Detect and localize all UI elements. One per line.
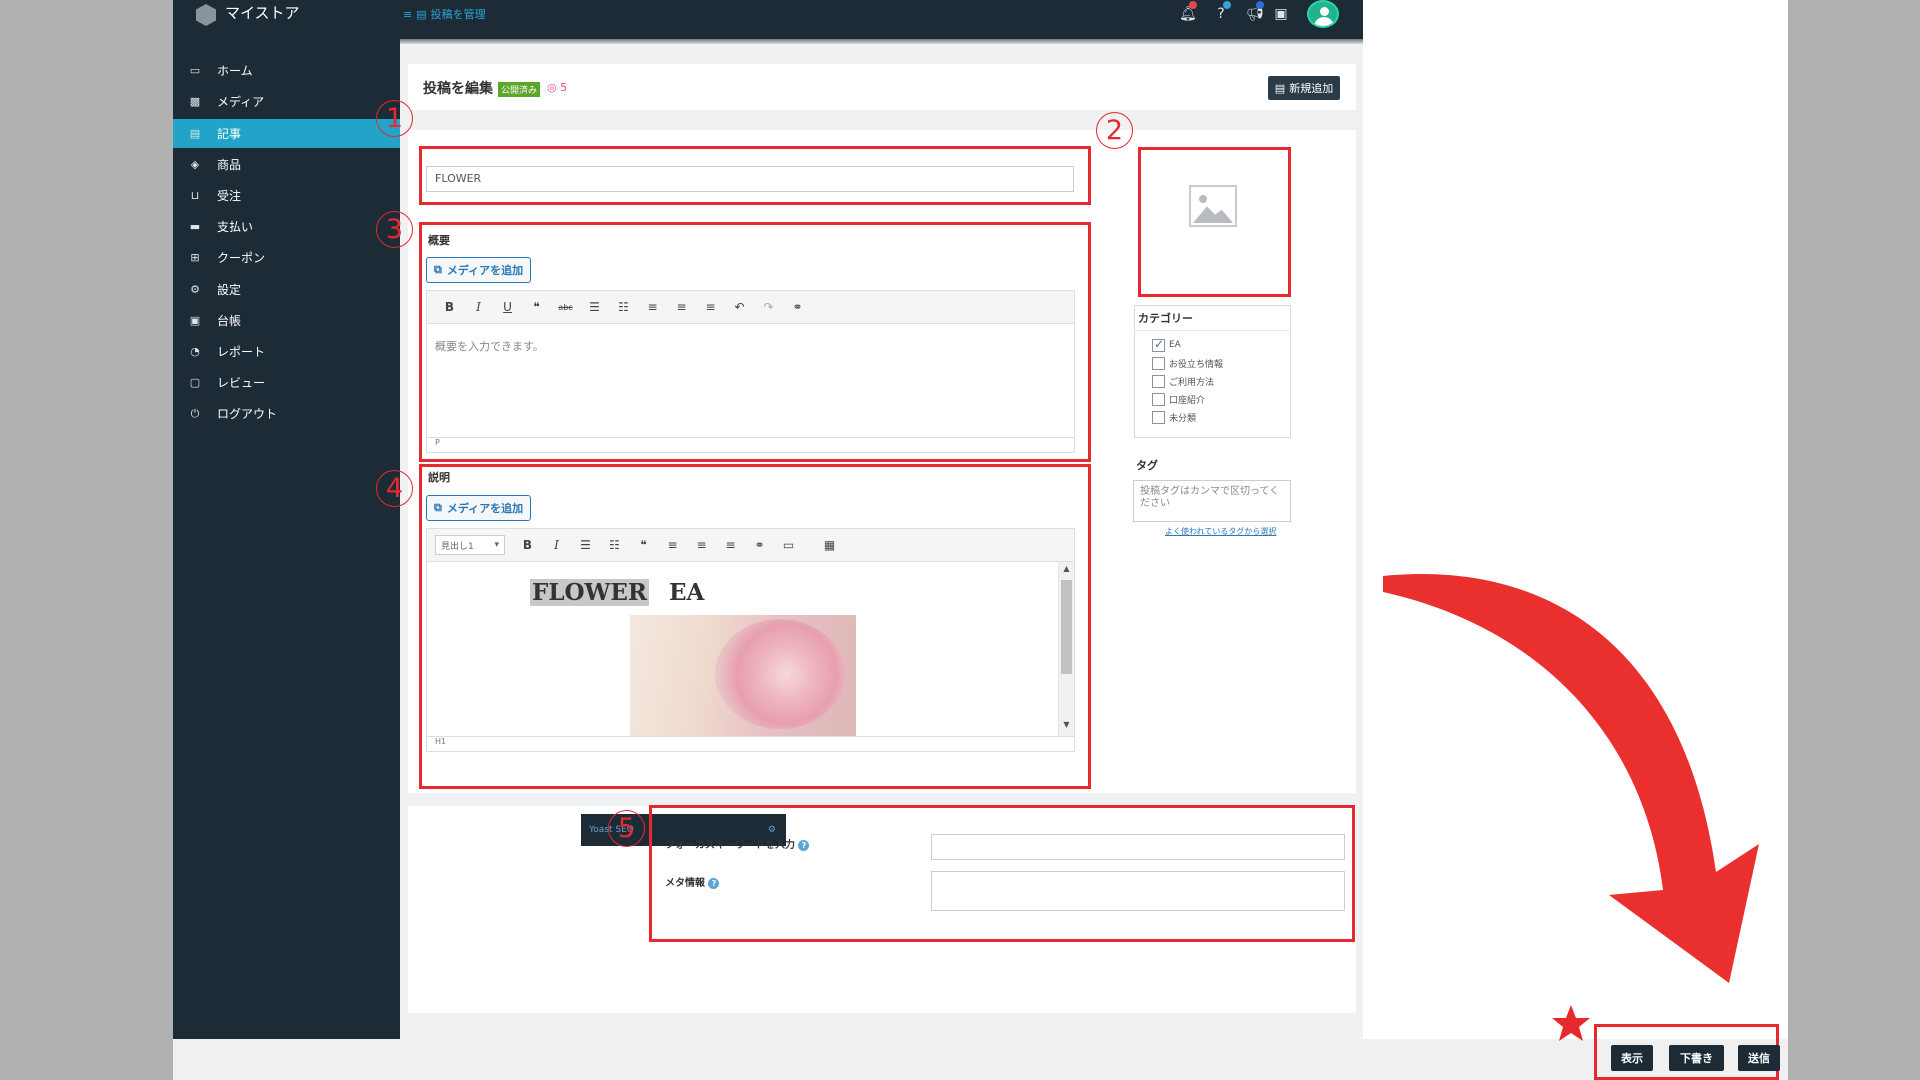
checkbox[interactable] — [1152, 356, 1165, 370]
gear-icon: ⚙ — [190, 283, 200, 296]
cash-icon: ▣ — [189, 314, 201, 327]
cart-icon: ⊔ — [190, 189, 200, 202]
category-item-usage[interactable]: ご利用方法 — [1152, 372, 1290, 390]
star-icon — [1552, 1005, 1590, 1041]
checkbox[interactable]: ✓ — [1152, 336, 1165, 352]
tags-input[interactable]: 投稿タグはカンマで区切ってください — [1133, 480, 1291, 522]
page-title: 投稿を編集 — [423, 81, 493, 97]
tags-title: タグ — [1136, 459, 1158, 472]
storefront-icon[interactable]: ▣ — [1273, 6, 1289, 22]
menu-icon: ≡ — [403, 7, 413, 21]
sidebar-item-ledger[interactable]: ▣ 台帳 — [173, 306, 400, 335]
annotation-number-5: 5 — [608, 810, 645, 847]
pie-chart-icon: ◔ — [190, 345, 200, 358]
annotation-box-2 — [1138, 147, 1291, 297]
status-badge: 公開済み — [498, 82, 541, 97]
checkbox[interactable] — [1152, 392, 1165, 406]
sidebar-item-coupons[interactable]: ⊞ クーポン — [173, 243, 400, 272]
annotation-box-4 — [419, 464, 1091, 789]
add-new-button[interactable]: ▤ 新規追加 — [1268, 76, 1340, 100]
breadcrumb-label: 投稿を管理 — [430, 8, 486, 21]
category-box: カテゴリー ✓ EA お役立ち情報 ご利用方法 口座紹介 未分類 — [1134, 305, 1291, 438]
avatar[interactable] — [1307, 0, 1339, 28]
category-item-ea[interactable]: ✓ EA — [1152, 336, 1290, 354]
checkbox[interactable] — [1152, 410, 1165, 424]
logo-icon — [196, 4, 216, 26]
save-draft-button[interactable]: 下書き — [1669, 1045, 1724, 1071]
sidebar-item-logout[interactable]: ⏻ ログアウト — [173, 399, 400, 428]
popular-tags-link[interactable]: よく使われているタグから選択 — [1165, 526, 1276, 537]
annotation-number-1: 1 — [376, 100, 413, 137]
sidebar-item-reviews[interactable]: ▢ レビュー — [173, 368, 400, 397]
category-item-accounts[interactable]: 口座紹介 — [1152, 390, 1290, 408]
file-icon: ▤ — [189, 127, 201, 140]
card-icon: ▬ — [189, 220, 201, 233]
sidebar-item-settings[interactable]: ⚙ 設定 — [173, 275, 400, 304]
avatar-head — [1320, 7, 1329, 16]
submit-button[interactable]: 送信 — [1738, 1045, 1780, 1071]
file-plus-icon: ▤ — [1274, 81, 1286, 95]
sidebar-item-posts[interactable]: ▤ 記事 — [173, 119, 400, 148]
box-icon: ◈ — [190, 158, 200, 171]
help-badge — [1223, 1, 1231, 9]
sidebar-item-home[interactable]: ▭ ホーム — [173, 56, 400, 85]
comment-icon: ▢ — [189, 376, 201, 389]
sidebar: ▭ ホーム ▩ メディア ▤ 記事 ◈ 商品 ⊔ 受注 ▬ 支払い ⊞ クーポン ⚙ 設定 ▣ 台… — [173, 39, 400, 1039]
announce-badge — [1256, 1, 1264, 9]
notification-badge — [1189, 1, 1197, 9]
footer-strip — [173, 1039, 1788, 1080]
sidebar-item-products[interactable]: ◈ 商品 — [173, 150, 400, 179]
power-icon: ⏻ — [190, 406, 200, 420]
sidebar-item-orders[interactable]: ⊔ 受注 — [173, 181, 400, 210]
annotation-box-5 — [649, 805, 1355, 942]
annotation-number-4: 4 — [376, 470, 413, 507]
brand-name: マイストア — [225, 4, 300, 22]
sidebar-item-media[interactable]: ▩ メディア — [173, 87, 400, 116]
sidebar-item-reports[interactable]: ◔ レポート — [173, 337, 400, 366]
top-bar: マイストア ≡ ▤ 投稿を管理 🔔︎ ? 📢︎ ▣ — [173, 0, 1363, 39]
image-icon: ▩ — [189, 95, 201, 108]
annotation-box-3 — [419, 222, 1091, 462]
category-item-uncategorized[interactable]: 未分類 — [1152, 408, 1290, 426]
red-arrow-icon — [1383, 574, 1759, 983]
category-item-tips[interactable]: お役立ち情報 — [1152, 354, 1290, 372]
app-window: マイストア ≡ ▤ 投稿を管理 🔔︎ ? 📢︎ ▣ ▭ ホーム ▩ メディア ▤ 記事… — [173, 0, 1788, 1080]
annotation-box-1 — [419, 146, 1091, 205]
annotation-number-3: 3 — [376, 211, 413, 248]
checkmark-icon: ✓ — [1154, 336, 1165, 351]
preview-button[interactable]: 表示 — [1611, 1045, 1653, 1071]
view-count: ◎ 5 — [547, 81, 568, 94]
checkbox[interactable] — [1152, 374, 1165, 388]
gift-icon: ⊞ — [190, 251, 200, 264]
sidebar-item-payments[interactable]: ▬ 支払い — [173, 212, 400, 241]
breadcrumb[interactable]: ≡ ▤ 投稿を管理 — [403, 6, 486, 22]
monitor-icon: ▭ — [189, 64, 201, 77]
document-icon: ▤ — [416, 7, 427, 21]
category-title: カテゴリー — [1135, 306, 1290, 331]
eye-icon: ◎ — [547, 81, 561, 94]
avatar-body — [1314, 17, 1334, 26]
annotation-number-2: 2 — [1096, 112, 1133, 149]
